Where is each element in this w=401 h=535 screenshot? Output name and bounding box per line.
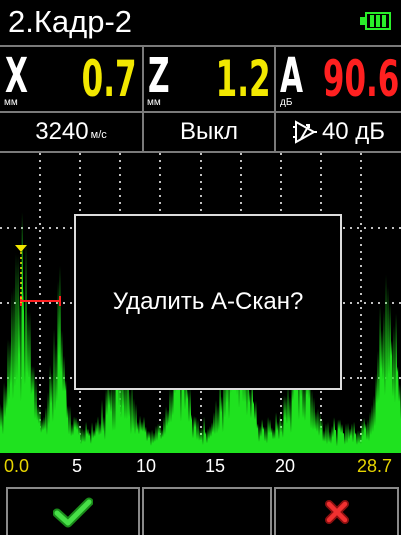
battery-full-icon	[360, 12, 394, 32]
confirm-button[interactable]	[6, 487, 140, 535]
tick-label: 20	[275, 456, 296, 476]
tick-label: 5	[72, 456, 83, 476]
velocity-value: 3240	[35, 118, 89, 145]
peak-marker	[15, 245, 27, 303]
close-icon	[324, 500, 349, 524]
mode-value: Выкл	[179, 118, 239, 145]
gain-value: 40 дБ	[321, 118, 386, 145]
x-value: 0.7	[82, 50, 137, 108]
frame-title: 2.Кадр-2	[8, 4, 133, 39]
checkmark-icon	[53, 497, 93, 528]
divider	[274, 47, 276, 111]
x-unit: мм	[4, 97, 18, 108]
z-unit: мм	[147, 97, 161, 108]
x-axis-letter: X	[5, 48, 28, 104]
gate-marker	[20, 296, 61, 306]
a-unit: дБ	[280, 97, 293, 108]
tick-label: 15	[205, 456, 226, 476]
softkey-bar	[0, 485, 401, 535]
title-bar: 2.Кадр-2	[0, 0, 401, 45]
a-value: 90.6	[322, 50, 399, 108]
amplifier-icon	[292, 120, 317, 144]
measurement-readings: X мм 0.7 Z мм 1.2 A дБ 90.6	[0, 45, 401, 113]
empty-softkey[interactable]	[142, 487, 272, 535]
velocity-setting[interactable]: 3240 м/с	[0, 113, 142, 151]
z-axis-letter: Z	[148, 48, 170, 104]
z-value: 1.2	[216, 50, 271, 108]
x-axis: 0.0 5 10 15 20 28.7	[0, 453, 401, 485]
velocity-unit: м/с	[90, 129, 107, 141]
divider	[142, 47, 144, 111]
tick-label: 10	[136, 456, 157, 476]
cancel-button[interactable]	[274, 487, 399, 535]
delete-confirm-dialog: Удалить А-Скан?	[74, 214, 342, 390]
a-axis-letter: A	[280, 48, 304, 104]
dialog-message: Удалить А-Скан?	[112, 288, 304, 315]
settings-row: 3240 м/с Выкл 40 дБ	[0, 113, 401, 153]
gain-setting[interactable]: 40 дБ	[276, 113, 401, 151]
mode-setting[interactable]: Выкл	[144, 113, 274, 151]
tick-label: 0.0	[4, 456, 30, 476]
tick-label: 28.7	[357, 456, 393, 476]
